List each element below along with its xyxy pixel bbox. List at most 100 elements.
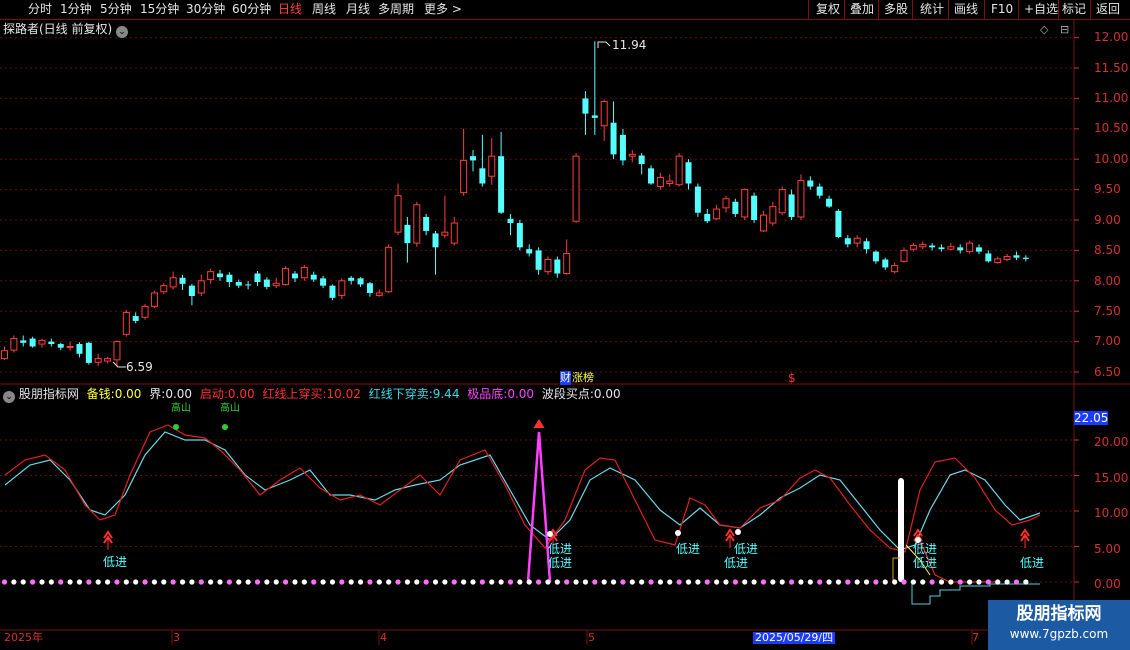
high-price-marker: 11.94 [612, 38, 647, 52]
baseline-dot [20, 579, 26, 585]
candle-body-up [544, 259, 552, 273]
gaoshan-dot [222, 424, 228, 430]
candle-body-down [85, 342, 92, 363]
baseline-dot [226, 579, 232, 585]
baseline-dot [760, 579, 767, 585]
baseline-dot [273, 579, 279, 585]
buy-signal-label: 低进 [103, 555, 128, 569]
baseline-dot [170, 579, 176, 585]
baseline-dot [451, 579, 457, 585]
baseline-dot [920, 579, 926, 585]
candle-body-up [488, 155, 496, 177]
baseline-dot [114, 579, 120, 585]
candle-body-up [300, 266, 308, 279]
candle-body-up [741, 189, 749, 218]
cursor-date-badge: 2025/05/29/四 [753, 631, 836, 644]
field-label-red-down: 红线下穿卖: [368, 387, 433, 401]
candle-body-down [357, 278, 364, 285]
candle-body-down [863, 241, 870, 250]
jipindi-spike [526, 431, 552, 583]
baseline-dot [957, 579, 963, 585]
baseline-dot [217, 579, 223, 585]
baseline-dot [320, 579, 326, 585]
field-value-beiqian: 0.00 [114, 387, 142, 401]
baseline-dot [292, 579, 298, 585]
baseline-dot [517, 579, 523, 585]
candle-body-down [535, 250, 542, 270]
baseline-dot [48, 579, 54, 585]
baseline-dot [489, 579, 495, 585]
candle-body-up [947, 246, 955, 250]
field-label-jie: 界: [149, 387, 166, 401]
baseline-dot [58, 579, 64, 585]
price-tick: 10.00 [1094, 152, 1129, 166]
baseline-dot [845, 579, 851, 585]
baseline-dot [283, 579, 289, 585]
baseline-dot [348, 579, 354, 585]
baseline-dot [104, 579, 111, 585]
crossing-dot [675, 530, 681, 536]
candle-body-down [254, 273, 261, 283]
candle-body-up [563, 252, 571, 275]
candle-body-down [226, 274, 233, 283]
baseline-dot [938, 579, 945, 585]
baseline-dot [657, 579, 664, 585]
collapse-icon[interactable]: ⊟ [1060, 23, 1069, 37]
candle-body-up [853, 237, 861, 244]
baseline-dot [526, 579, 532, 585]
candle-body-down [1022, 257, 1029, 259]
buy-signal-label: 低进 [548, 542, 573, 556]
zhang-badge[interactable]: 涨榜 [572, 371, 594, 385]
date-tick: 4 [380, 631, 387, 644]
baseline-dot [676, 579, 682, 585]
candle-body-up [675, 155, 683, 186]
candle-body-up [413, 204, 421, 244]
baseline-dot [910, 579, 916, 585]
price-tick: 12.00 [1094, 30, 1129, 44]
baseline-dot [1004, 579, 1010, 585]
current-value-badge: 22.05 [1074, 411, 1109, 425]
dollar-marker[interactable]: $ [788, 371, 796, 385]
candle-body-up [722, 198, 730, 209]
field-value-red-up: 10.02 [326, 387, 361, 401]
boduan-bar [898, 478, 904, 582]
lhb-badge[interactable]: 财 [560, 371, 571, 385]
signal-line-red [4, 424, 1041, 553]
candle-body-up [207, 271, 215, 281]
baseline-dot [198, 579, 204, 585]
candlestick-series [1, 41, 1029, 368]
baseline-dot [264, 579, 270, 585]
indicator-tick: 15.00 [1094, 471, 1129, 485]
candle-body-down [872, 251, 879, 262]
candle-body-down [694, 186, 701, 213]
candle-body-up [394, 195, 402, 233]
dropdown-icon[interactable]: ⌄ [116, 26, 129, 38]
baseline-dot [11, 579, 17, 585]
candle-body-down [479, 168, 486, 184]
candle-body-up [94, 358, 102, 363]
candle-body-down [179, 277, 186, 284]
buy-signal-label: 低进 [676, 542, 701, 556]
candle-body-down [20, 340, 27, 343]
baseline-dot [863, 579, 870, 585]
candle-body-up [160, 285, 168, 293]
baseline-dot [311, 579, 317, 585]
candle-body-down [291, 273, 298, 279]
baseline-dot [751, 579, 757, 585]
diamond-icon[interactable]: ◇ [1040, 23, 1048, 37]
candle-body-down [348, 277, 355, 281]
candle-body-down [938, 247, 945, 250]
gaoshan-signal: 高山 [220, 403, 240, 414]
field-value-jie: 0.00 [165, 387, 193, 401]
price-tick: 7.50 [1094, 304, 1121, 318]
candle-body-up [104, 358, 112, 362]
buy-signal-label: 低进 [913, 542, 938, 556]
date-tick: 2025年 [4, 631, 43, 644]
baseline-dot [929, 579, 935, 585]
indicator-dropdown-icon[interactable]: ⌄ [3, 391, 15, 403]
candle-body-down [732, 201, 739, 214]
candle-body-down [826, 198, 833, 207]
candle-body-down [263, 279, 270, 287]
candle-body-down [610, 122, 617, 155]
buy-signal-label: 低进 [548, 556, 573, 570]
